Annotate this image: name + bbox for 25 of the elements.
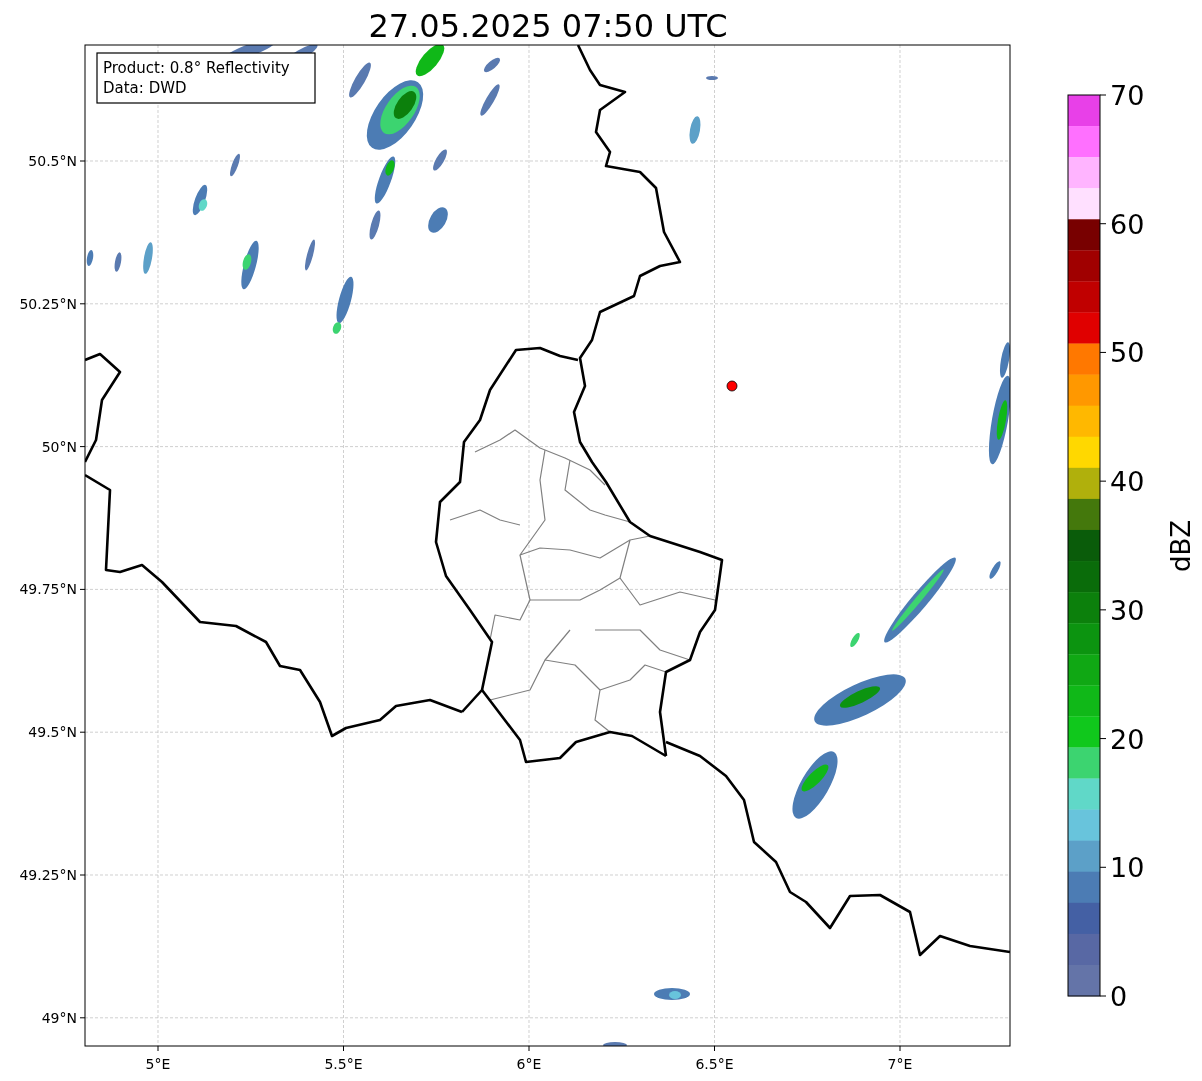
info-text: Data: DWD <box>103 79 187 97</box>
latitude-label: 50.5°N <box>28 153 77 169</box>
info-text: Product: 0.8° Reflectivity <box>103 59 290 77</box>
colorbar-tick-label: 10 <box>1110 852 1145 884</box>
latitude-label: 50.25°N <box>19 295 77 312</box>
latitude-label: 50°N <box>41 438 77 455</box>
colorbar-tick-label: 60 <box>1110 208 1145 240</box>
colorbar-tick-label: 30 <box>1110 594 1145 626</box>
latitude-label: 49.75°N <box>19 581 77 598</box>
colorbar-tick-label: 50 <box>1110 337 1145 369</box>
longitude-label: 5.5°E <box>324 1056 363 1072</box>
longitude-label: 7°E <box>887 1056 913 1072</box>
longitude-label: 6°E <box>516 1056 542 1072</box>
colorbar-tick-label: 0 <box>1110 981 1128 1012</box>
colorbar-tick-label: 70 <box>1110 80 1145 111</box>
latitude-label: 49.5°N <box>28 724 77 741</box>
longitude-label: 6.5°E <box>695 1056 734 1072</box>
radar-site-marker <box>726 380 738 392</box>
longitude-label: 5°E <box>145 1056 171 1072</box>
latitude-label: 49.25°N <box>19 867 77 883</box>
colorbar-label: dBZ <box>1166 519 1196 573</box>
latitude-label: 49°N <box>41 1009 77 1026</box>
chart-title: 27.05.2025 07:50 UTC <box>368 7 728 45</box>
colorbar-tick-label: 20 <box>1110 723 1145 755</box>
colorbar-tick-label: 40 <box>1110 466 1145 498</box>
